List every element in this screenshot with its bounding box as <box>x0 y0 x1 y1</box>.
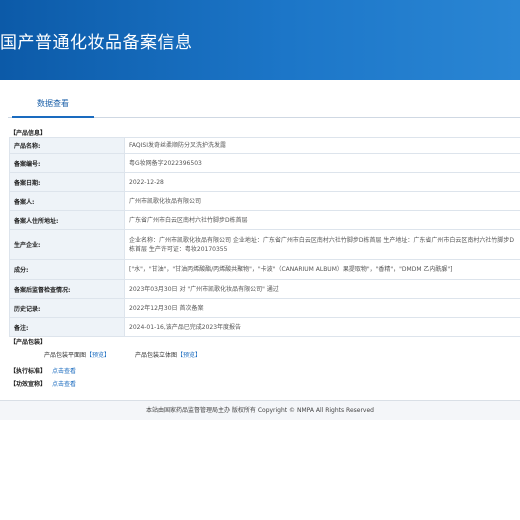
efficacy-row: 【功效宣称】 点击查看 <box>10 379 76 388</box>
product-name-value: FAQISI发奇丝柔顺防分叉洗护洗发露 <box>124 137 520 154</box>
row-label: 备注: <box>9 317 125 337</box>
row-label: 成分: <box>9 259 125 280</box>
history-value: 2022年12月30日 首次备案 <box>124 298 520 318</box>
filing-number-value: 粤G妆网备字2022396503 <box>124 153 520 173</box>
tab-data-view[interactable]: 数据查看 <box>12 92 94 118</box>
packaging-stereo-item: 产品包装立体图【预览】 <box>135 350 201 359</box>
table-row: 备案人住所地址: 广东省广州市白云区南村六社竹脚步D栋首层 <box>9 210 520 230</box>
packaging-flat-label: 产品包装平面图 <box>44 352 87 359</box>
table-row: 历史记录: 2022年12月30日 首次备案 <box>9 298 520 318</box>
row-label: 备案日期: <box>9 172 125 192</box>
row-label: 备案后监督检查情况: <box>9 279 125 299</box>
standard-view-link[interactable]: 点击查看 <box>52 368 76 375</box>
row-label: 备案人: <box>9 191 125 211</box>
filing-date-value: 2022-12-28 <box>124 172 520 192</box>
table-row: 备案后监督检查情况: 2023年03月30日 对 "广州市凯歌化妆品有限公司" … <box>9 279 520 299</box>
table-row: 备案编号: 粤G妆网备字2022396503 <box>9 153 520 173</box>
filer-address-value: 广东省广州市白云区南村六社竹脚步D栋首层 <box>124 210 520 230</box>
table-row: 备案日期: 2022-12-28 <box>9 172 520 192</box>
packaging-flat-item: 产品包装平面图【预览】 <box>44 350 110 359</box>
standard-row: 【执行标准】 点击查看 <box>10 366 76 375</box>
table-row: 备注: 2024-01-16,该产品已完成2023年度报告 <box>9 317 520 337</box>
efficacy-label: 【功效宣称】 <box>10 381 47 388</box>
packaging-stereo-preview-link[interactable]: 【预览】 <box>177 352 201 359</box>
row-label: 备案人住所地址: <box>9 210 125 230</box>
standard-label: 【执行标准】 <box>10 368 47 375</box>
footer: 本站由国家药品监督管理局主办 版权所有 Copyright © NMPA All… <box>0 400 520 420</box>
packaging-flat-preview-link[interactable]: 【预览】 <box>86 352 110 359</box>
inspection-value: 2023年03月30日 对 "广州市凯歌化妆品有限公司" 通过 <box>124 279 520 299</box>
tab-bar: 数据查看 <box>8 92 520 118</box>
manufacturer-value: 企业名称：广州市凯歌化妆品有限公司 企业地址：广东省广州市白云区南村六社竹脚步D… <box>124 229 520 260</box>
filer-value: 广州市凯歌化妆品有限公司 <box>124 191 520 211</box>
table-row: 产品名称: FAQISI发奇丝柔顺防分叉洗护洗发露 <box>9 137 520 154</box>
packaging-stereo-label: 产品包装立体图 <box>135 352 178 359</box>
row-label: 历史记录: <box>9 298 125 318</box>
packaging-section-title: 【产品包装】 <box>10 339 47 346</box>
footer-text: 本站由国家药品监督管理局主办 版权所有 Copyright © NMPA All… <box>146 407 374 414</box>
row-label: 备案编号: <box>9 153 125 173</box>
header-banner: 国产普通化妆品备案信息 <box>0 0 520 80</box>
remarks-value: 2024-01-16,该产品已完成2023年度报告 <box>124 317 520 337</box>
product-info-table: 产品名称: FAQISI发奇丝柔顺防分叉洗护洗发露 备案编号: 粤G妆网备字20… <box>9 137 520 337</box>
efficacy-view-link[interactable]: 点击查看 <box>52 381 76 388</box>
product-info-section-title: 【产品信息】 <box>10 130 47 137</box>
row-label: 产品名称: <box>9 137 125 154</box>
row-label: 生产企业: <box>9 229 125 260</box>
ingredients-value: ["水"，"甘油"，"甘油丙烯酸酯/丙烯酸共聚物"，"卡波"（CANARIUM … <box>124 259 520 280</box>
page-title: 国产普通化妆品备案信息 <box>0 33 193 53</box>
table-row: 成分: ["水"，"甘油"，"甘油丙烯酸酯/丙烯酸共聚物"，"卡波"（CANAR… <box>9 259 520 280</box>
table-row: 备案人: 广州市凯歌化妆品有限公司 <box>9 191 520 211</box>
table-row: 生产企业: 企业名称：广州市凯歌化妆品有限公司 企业地址：广东省广州市白云区南村… <box>9 229 520 260</box>
